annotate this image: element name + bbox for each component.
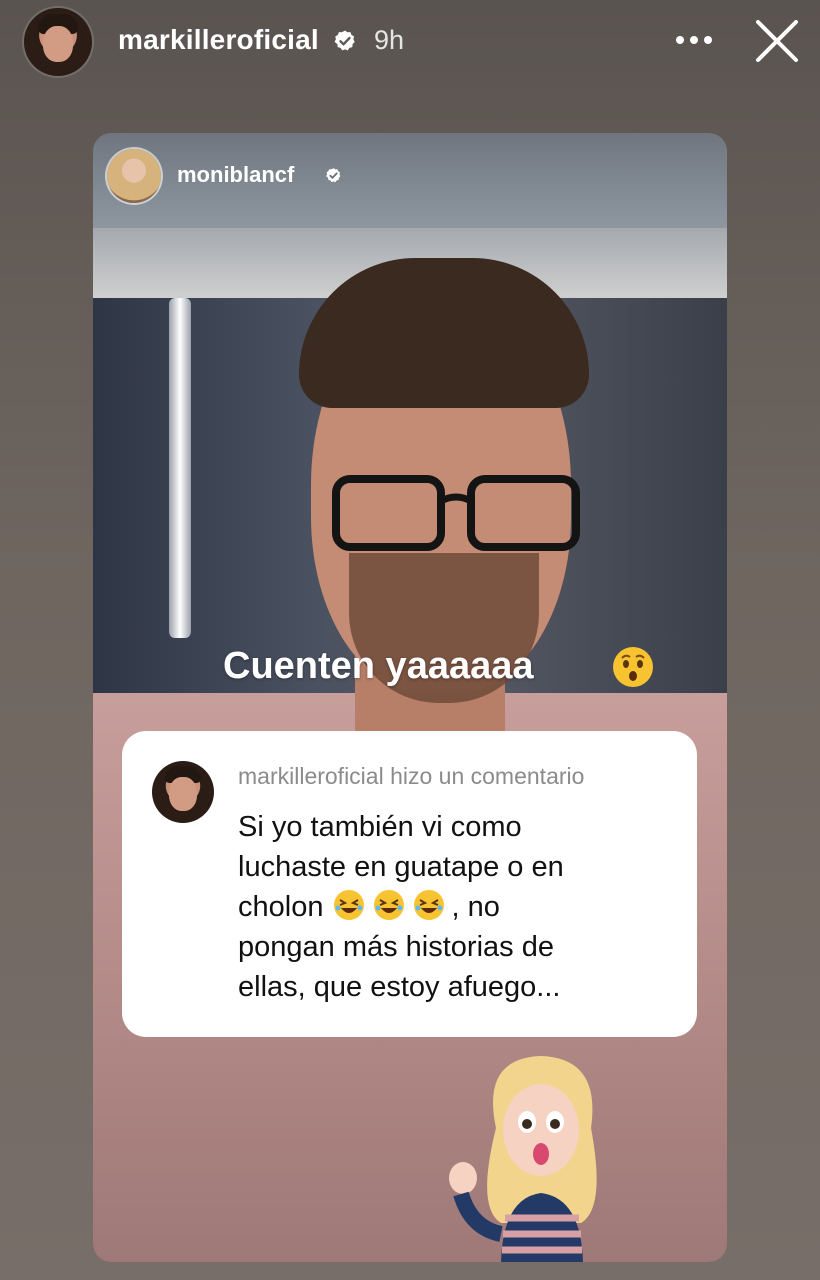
more-dots-icon[interactable] xyxy=(676,36,712,46)
comment-card[interactable]: markilleroficial hizo un comentario Si y… xyxy=(122,731,697,1037)
comment-line: Si yo también vi como xyxy=(238,811,522,843)
comment-line: ellas, que estoy afuego... xyxy=(238,971,561,1003)
commenter-avatar xyxy=(152,761,214,823)
close-icon[interactable] xyxy=(754,18,800,64)
comment-line: luchaste en guatape o en xyxy=(238,851,564,883)
comment-header: markilleroficial hizo un comentario xyxy=(238,763,585,789)
verified-badge-icon xyxy=(326,168,341,183)
comment-line: , no xyxy=(451,891,500,923)
verified-badge-icon xyxy=(334,30,355,51)
story-header: markilleroficial 9h xyxy=(0,0,820,84)
astonished-face-icon xyxy=(613,647,653,687)
shared-story-username[interactable]: moniblancf xyxy=(177,162,294,188)
rolling-laughing-icon xyxy=(333,890,364,920)
comment-line: cholon xyxy=(238,891,324,923)
avatar-sticker xyxy=(449,1056,597,1262)
rolling-laughing-icon xyxy=(413,890,444,920)
comment-text: Si yo también vi como luchaste en guatap… xyxy=(238,807,678,1007)
shared-story-card[interactable]: moniblancf Cuenten yaaaaaa markillerofic… xyxy=(93,133,727,1262)
profile-avatar[interactable] xyxy=(24,8,92,76)
background-light xyxy=(169,298,191,638)
shared-story-avatar[interactable] xyxy=(107,149,161,203)
story-caption: Cuenten yaaaaaa xyxy=(223,645,534,687)
profile-username[interactable]: markilleroficial xyxy=(118,24,319,56)
person-glasses xyxy=(332,475,580,551)
story-time: 9h xyxy=(374,25,405,55)
rolling-laughing-icon xyxy=(373,890,404,920)
comment-line: pongan más historias de xyxy=(238,931,554,963)
comment-line-with-emoji: cholon , no xyxy=(238,887,678,927)
